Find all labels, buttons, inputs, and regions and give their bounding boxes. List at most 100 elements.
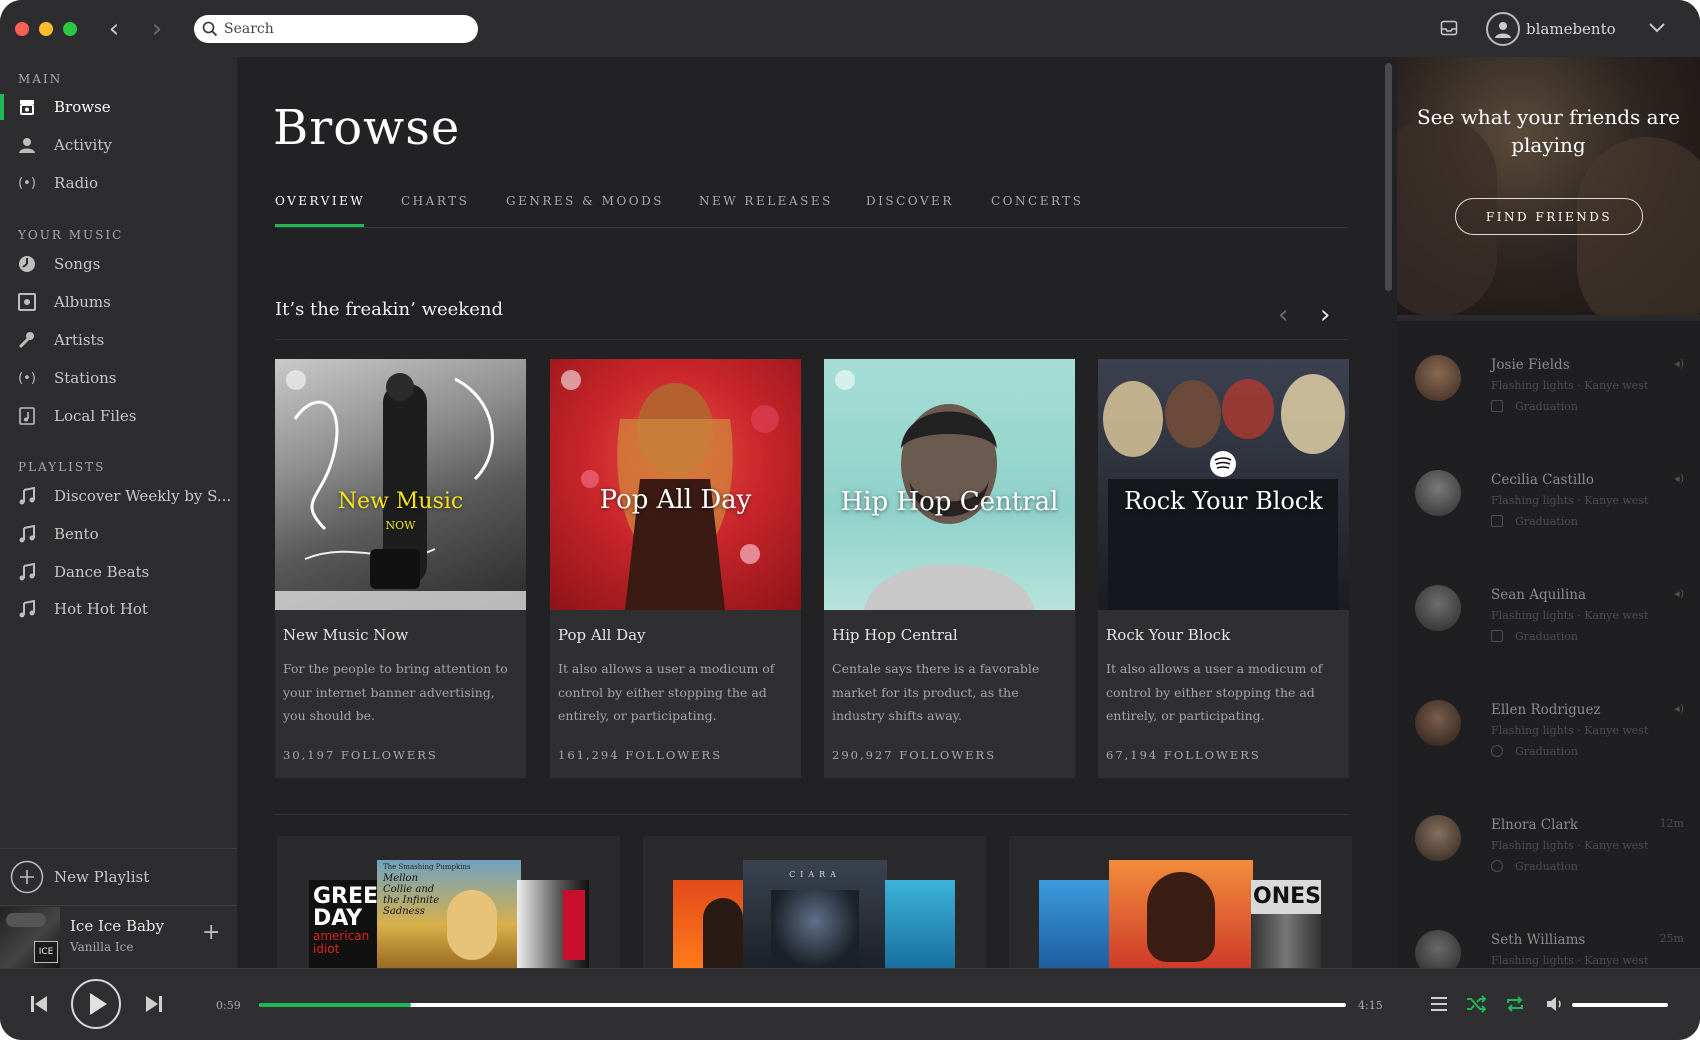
now-playing-cover[interactable]: ICE [0, 907, 60, 969]
sidebar-item-artists[interactable]: Artists [0, 323, 237, 357]
friend-item[interactable]: Josie Fields Flashing lights · Kanye wes… [1397, 337, 1700, 447]
maximize-window-button[interactable] [63, 22, 77, 36]
friend-track: Flashing lights · Kanye west [1491, 494, 1649, 507]
search-input[interactable] [224, 18, 464, 40]
app-window: ‹ › blamebento MAIN Browse Activity (•) … [0, 0, 1700, 1040]
sidebar-item-label: Artists [54, 331, 105, 349]
now-playing-title[interactable]: Ice Ice Baby [70, 917, 164, 935]
now-playing-artist[interactable]: Vanilla Ice [70, 940, 134, 954]
sidebar-item-browse[interactable]: Browse [0, 90, 237, 124]
sidebar-item-playlist[interactable]: Hot Hot Hot [0, 592, 237, 626]
friend-item[interactable]: Ellen Rodriguez Flashing lights · Kanye … [1397, 682, 1700, 792]
sidebar-item-activity[interactable]: Activity [0, 128, 237, 162]
sidebar: MAIN Browse Activity (•) Radio YOUR MUSI… [0, 57, 237, 969]
tab-genres-moods[interactable]: GENRES & MOODS [506, 194, 664, 208]
progress-bar[interactable] [259, 1003, 1346, 1007]
album-cover[interactable]: GREEN DAY american idiot [309, 880, 381, 968]
album-cover-text: Mellon Collie and the Infinite Sadness [383, 873, 440, 917]
playlist-cover[interactable]: New Music NOW [275, 359, 526, 610]
album-cover[interactable]: ONES [1251, 880, 1321, 968]
album-cover[interactable]: The Smashing Pumpkins Mellon Collie and … [377, 860, 521, 968]
tab-discover[interactable]: DISCOVER [866, 194, 954, 208]
inbox-icon[interactable] [1440, 20, 1458, 36]
album-cover[interactable]: CIARA [743, 860, 887, 968]
sidebar-item-radio[interactable]: (•) Radio [0, 166, 237, 200]
tab-charts[interactable]: CHARTS [401, 194, 469, 208]
card-title[interactable]: Hip Hop Central [832, 626, 958, 644]
shuffle-icon[interactable] [1466, 995, 1486, 1013]
sidebar-item-songs[interactable]: Songs [0, 247, 237, 281]
minimize-window-button[interactable] [39, 22, 53, 36]
friend-track: Flashing lights · Kanye west [1491, 839, 1649, 852]
card-description: It also allows a user a modicum of contr… [1106, 661, 1323, 723]
card-title[interactable]: Rock Your Block [1106, 626, 1230, 644]
playlist-cover[interactable]: Hip Hop Central [824, 359, 1075, 610]
sidebar-item-stations[interactable]: (•) Stations [0, 361, 237, 395]
playlist-card[interactable]: Rock Your Block Rock Your Block It also … [1098, 359, 1349, 778]
tab-concerts[interactable]: CONCERTS [991, 194, 1084, 208]
tab-new-releases[interactable]: NEW RELEASES [699, 194, 833, 208]
sidebar-item-playlist[interactable]: Discover Weekly by S... [0, 479, 237, 513]
friend-item[interactable]: Sean Aquilina Flashing lights · Kanye we… [1397, 567, 1700, 677]
spotify-logo-icon [561, 370, 581, 390]
sidebar-item-playlist[interactable]: Dance Beats [0, 555, 237, 589]
find-friends-button[interactable]: FIND FRIENDS [1455, 198, 1643, 235]
album-cover[interactable] [673, 880, 745, 968]
radio-icon: (•) [18, 175, 36, 191]
album-cover[interactable] [1109, 860, 1253, 968]
title-bar: ‹ › blamebento [0, 0, 1700, 57]
volume-slider[interactable] [1572, 1003, 1668, 1007]
carousel-prev-icon[interactable]: ‹ [1278, 302, 1288, 328]
user-menu[interactable]: blamebento [1486, 12, 1616, 46]
repeat-icon[interactable] [1505, 995, 1525, 1013]
sidebar-item-label: Browse [54, 98, 111, 116]
previous-track-icon[interactable] [30, 995, 48, 1013]
playlist-cover[interactable]: Rock Your Block [1098, 359, 1349, 610]
friend-name: Elnora Clark [1491, 817, 1579, 833]
player-bar: 0:59 4:15 [0, 968, 1700, 1040]
next-track-icon[interactable] [145, 995, 163, 1013]
scrollbar-thumb[interactable] [1385, 63, 1392, 291]
cover-title: Rock Your Block [1124, 487, 1323, 515]
avatar [1486, 12, 1520, 46]
search-bar[interactable] [194, 15, 478, 43]
playlist-cover[interactable]: Pop All Day [550, 359, 801, 610]
tab-overview[interactable]: OVERVIEW [275, 194, 365, 208]
progress-fill [259, 1003, 412, 1007]
album-cover-text: GREEN DAY [313, 884, 381, 931]
sidebar-item-local-files[interactable]: Local Files [0, 399, 237, 433]
total-time: 4:15 [1358, 999, 1383, 1012]
carousel-next-icon[interactable]: › [1320, 302, 1330, 328]
album-cover-text: ONES [1253, 884, 1321, 909]
friend-item[interactable]: Elnora Clark Flashing lights · Kanye wes… [1397, 797, 1700, 907]
sidebar-item-playlist[interactable]: Bento [0, 517, 237, 551]
friend-item[interactable]: Cecilia Castillo Flashing lights · Kanye… [1397, 452, 1700, 562]
chevron-down-icon[interactable] [1648, 22, 1666, 34]
cover-title: New Music [337, 489, 464, 514]
playlist-card[interactable]: Pop All Day Pop All Day It also allows a… [550, 359, 801, 778]
album-cover[interactable] [517, 880, 589, 968]
card-title[interactable]: New Music Now [283, 626, 408, 644]
volume-icon[interactable] [1546, 996, 1566, 1012]
artists-icon [17, 330, 37, 350]
album-stack[interactable]: GREEN DAY american idiot The Smashing Pu… [277, 836, 620, 968]
album-cover[interactable] [885, 880, 955, 968]
forward-arrow-icon[interactable]: › [146, 16, 168, 42]
album-cover[interactable] [1039, 880, 1111, 968]
close-window-button[interactable] [15, 22, 29, 36]
new-playlist-button[interactable]: New Playlist [0, 848, 237, 904]
play-button[interactable] [70, 978, 122, 1030]
friend-item[interactable]: Seth Williams Flashing lights · Kanye we… [1397, 912, 1700, 968]
playlist-card[interactable]: New Music NOW New Music Now For the peop… [275, 359, 526, 778]
card-title[interactable]: Pop All Day [558, 626, 646, 644]
cover-subtitle: NOW [385, 519, 416, 532]
playlist-card[interactable]: Hip Hop Central Hip Hop Central Centale … [824, 359, 1075, 778]
queue-icon[interactable] [1430, 996, 1448, 1012]
album-stack[interactable]: CIARA [643, 836, 986, 968]
album-stack[interactable]: ONES [1009, 836, 1352, 968]
add-track-icon[interactable]: + [202, 920, 220, 945]
sidebar-item-albums[interactable]: Albums [0, 285, 237, 319]
back-arrow-icon[interactable]: ‹ [103, 16, 125, 42]
music-note-icon [17, 524, 37, 544]
friend-name: Josie Fields [1491, 357, 1570, 373]
